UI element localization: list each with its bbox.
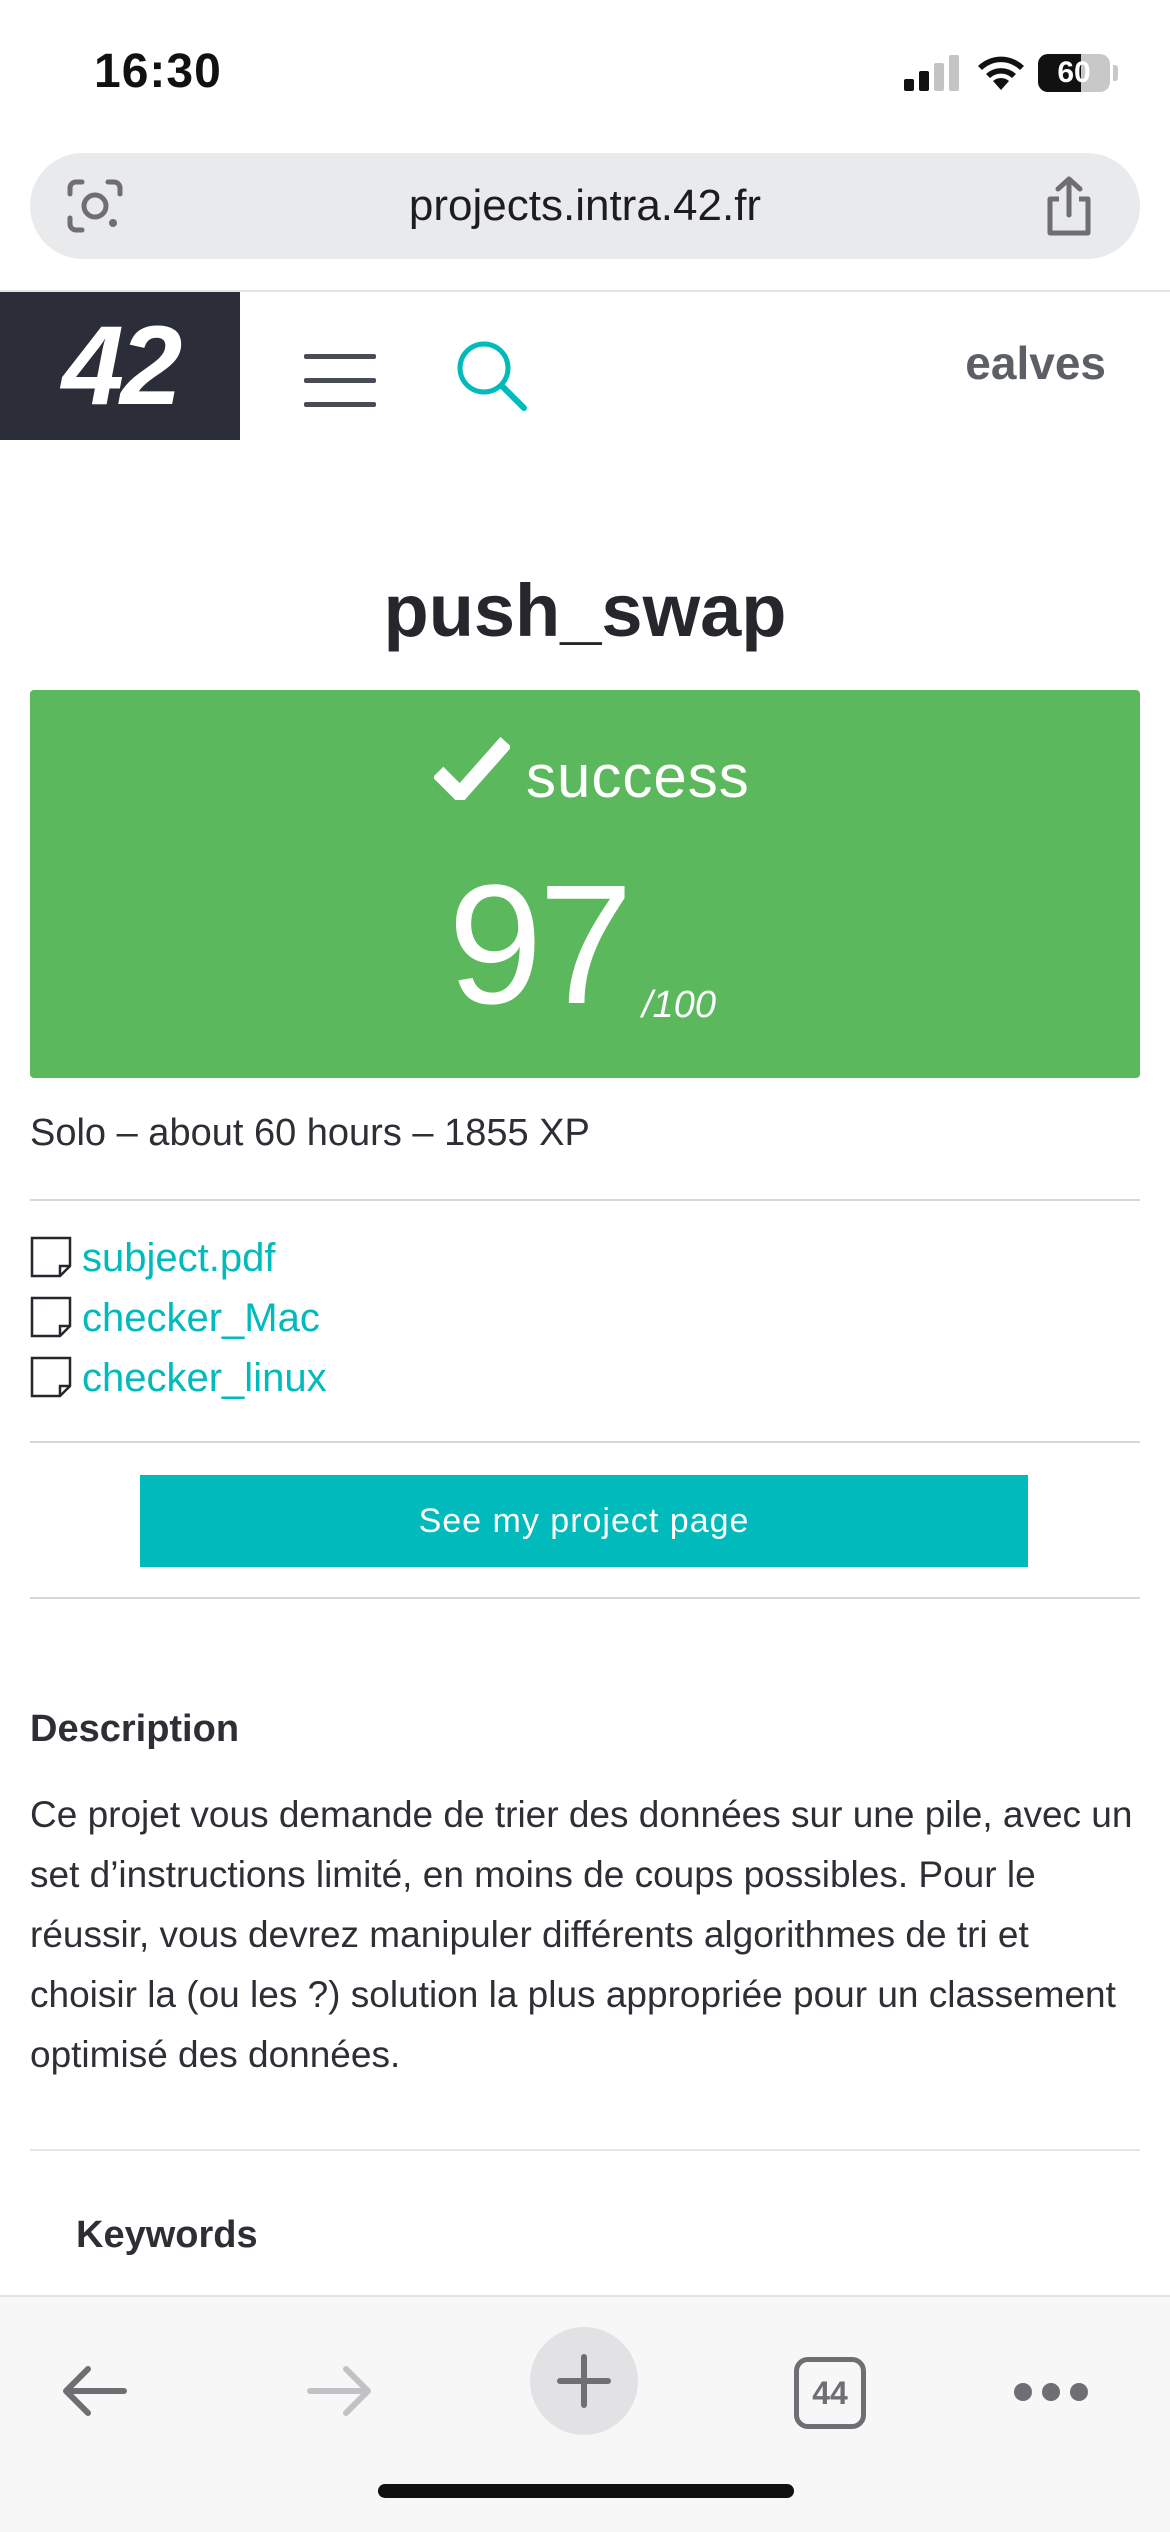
description-heading: Description <box>30 1708 240 1750</box>
battery-tip <box>1113 65 1118 81</box>
checkmark-icon <box>434 737 510 800</box>
divider <box>30 1441 1140 1443</box>
cellular-signal-icon <box>904 55 959 91</box>
file-item[interactable]: subject.pdf <box>30 1232 530 1292</box>
home-indicator <box>378 2484 794 2498</box>
address-bar[interactable]: projects.intra.42.fr <box>30 153 1140 259</box>
score-value: 97 <box>448 850 633 1040</box>
url-text[interactable]: projects.intra.42.fr <box>30 153 1140 259</box>
battery-indicator: 60 <box>1038 54 1110 92</box>
forward-arrow-icon[interactable] <box>304 2361 376 2421</box>
page-title: push_swap <box>383 569 787 652</box>
status-time: 16:30 <box>94 45 222 98</box>
status-bar: 16:30 60 <box>0 0 1170 150</box>
new-tab-button[interactable] <box>530 2327 638 2435</box>
file-link-subject[interactable]: subject.pdf <box>82 1236 275 1281</box>
file-link-checker-mac[interactable]: checker_Mac <box>82 1296 320 1341</box>
file-item[interactable]: checker_Mac <box>30 1292 530 1352</box>
score-max: /100 <box>642 984 716 1026</box>
divider <box>30 2149 1140 2151</box>
logo-text: 42 <box>61 303 183 428</box>
see-project-page-button[interactable]: See my project page <box>140 1475 1028 1567</box>
divider <box>30 1597 1140 1599</box>
status-card: success 97 /100 <box>30 690 1140 1078</box>
project-meta: Solo – about 60 hours – 1855 XP <box>30 1112 590 1154</box>
file-link-checker-linux[interactable]: checker_linux <box>82 1356 327 1401</box>
logo[interactable]: 42 <box>0 292 240 440</box>
back-arrow-icon[interactable] <box>58 2361 130 2421</box>
plus-icon <box>557 2354 611 2408</box>
username[interactable]: ealves <box>965 336 1106 390</box>
file-icon <box>30 1356 72 1398</box>
battery-percent: 60 <box>1057 56 1091 89</box>
status-label: success <box>526 743 750 810</box>
search-icon[interactable] <box>452 336 532 416</box>
file-item[interactable]: checker_linux <box>30 1352 530 1412</box>
description-text: Ce projet vous demande de trier des donn… <box>30 1794 1133 2075</box>
share-icon[interactable] <box>1040 175 1098 237</box>
file-list: subject.pdf checker_Mac checker_linux <box>30 1232 530 1412</box>
more-icon[interactable] <box>1014 2383 1088 2403</box>
tabs-icon[interactable]: 44 <box>794 2357 866 2429</box>
keywords-heading: Keywords <box>76 2214 258 2256</box>
wifi-icon <box>978 56 1024 90</box>
file-icon <box>30 1296 72 1338</box>
file-icon <box>30 1236 72 1278</box>
hamburger-menu-icon[interactable] <box>304 354 376 410</box>
divider <box>30 1199 1140 1201</box>
